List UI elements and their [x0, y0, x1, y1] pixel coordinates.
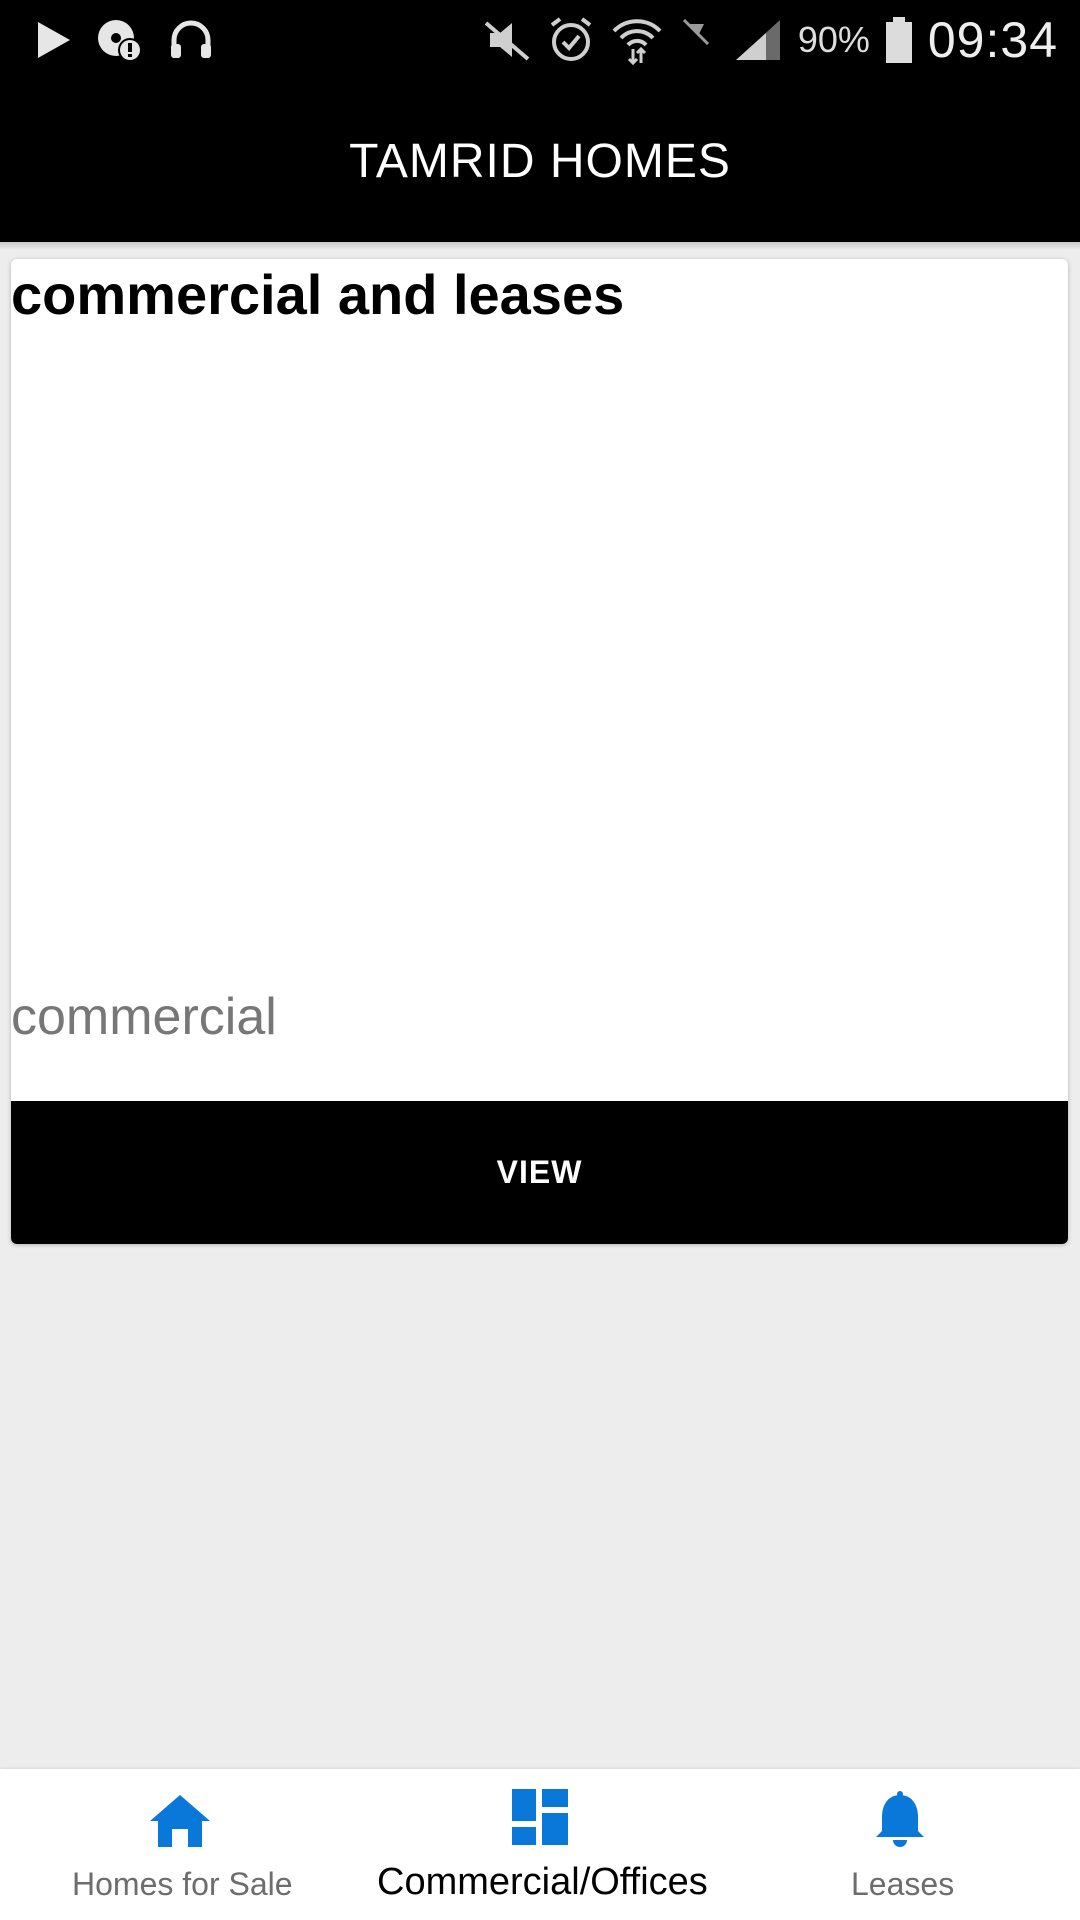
alarm-icon	[546, 15, 596, 65]
cell-signal-icon	[732, 16, 784, 64]
app-bar: TAMRID HOMES	[0, 80, 1080, 242]
app-bar-shadow	[0, 242, 1080, 250]
notification-alert-icon	[96, 16, 146, 64]
bell-icon	[874, 1791, 926, 1853]
headset-icon	[168, 18, 214, 62]
app-title: TAMRID HOMES	[349, 134, 731, 188]
nav-label-homes-for-sale: Homes for Sale	[72, 1866, 293, 1902]
no-signal-icon	[678, 18, 718, 62]
wifi-icon	[610, 13, 664, 67]
nav-item-leases[interactable]: Leases	[780, 1769, 1020, 1920]
nav-item-homes-for-sale[interactable]: Homes for Sale	[60, 1769, 300, 1920]
listing-card	[11, 259, 1068, 1244]
dashboard-icon	[512, 1789, 568, 1849]
bottom-navigation: Homes for Sale Commercial/Offices Leases	[0, 1769, 1080, 1920]
view-button[interactable]: VIEW	[11, 1101, 1068, 1244]
nav-label-commercial-offices: Commercial/Offices	[377, 1861, 708, 1903]
play-icon	[34, 18, 74, 62]
card-subtitle: commercial	[11, 988, 277, 1046]
mute-icon	[482, 17, 532, 63]
status-time: 09:34	[927, 12, 1058, 68]
battery-percentage: 90%	[797, 19, 870, 60]
battery-icon	[884, 15, 914, 65]
nav-label-leases: Leases	[851, 1866, 955, 1902]
nav-item-commercial-offices[interactable]: Commercial/Offices	[360, 1769, 720, 1920]
home-icon	[148, 1793, 212, 1853]
status-bar: 90% 09:34	[0, 0, 1080, 80]
card-title: commercial and leases	[11, 263, 625, 326]
